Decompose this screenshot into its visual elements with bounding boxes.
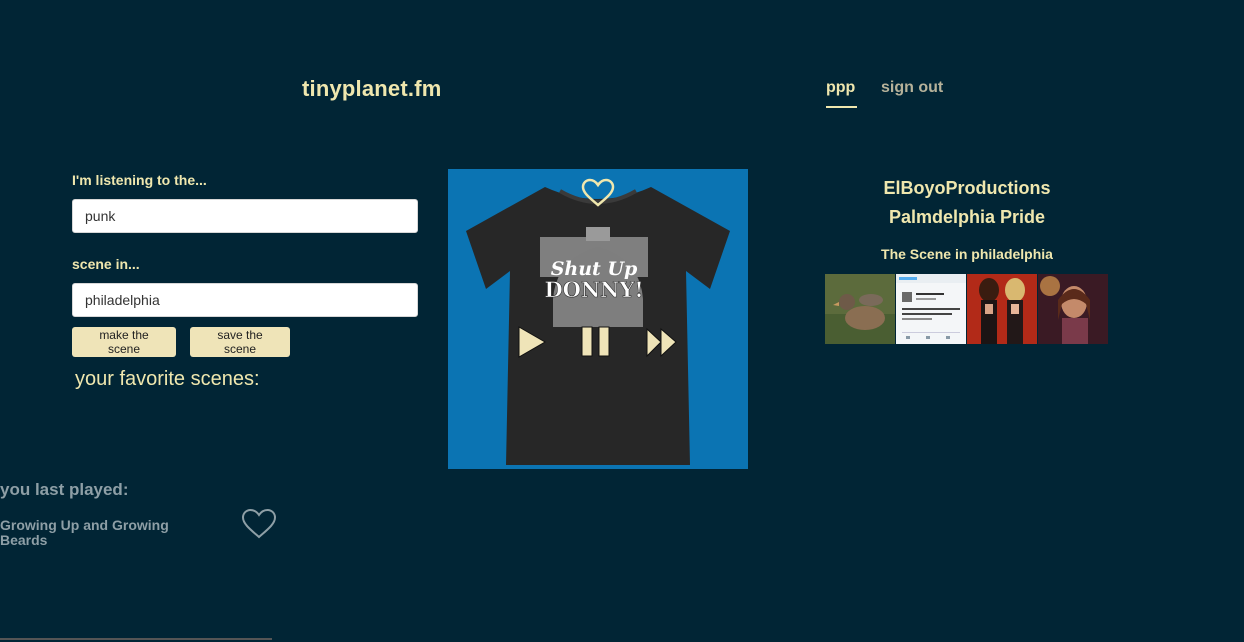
skip-forward-icon[interactable]: [645, 327, 679, 364]
city-label: scene in...: [72, 256, 140, 272]
track-title: Palmdelphia Pride: [888, 207, 1046, 227]
last-played-title: you last played:: [0, 480, 129, 499]
make-scene-button[interactable]: make the scene: [72, 327, 176, 357]
scene-photo-women[interactable]: [967, 274, 1037, 344]
bottom-scrollbar[interactable]: [0, 638, 272, 640]
scene-photo-tweet[interactable]: [896, 274, 966, 344]
genre-input[interactable]: [72, 199, 418, 233]
artist-name[interactable]: ElBoyoProductions: [826, 178, 1108, 199]
artwork-text-line2: DONNY!: [544, 277, 643, 302]
save-scene-button[interactable]: save the scene: [190, 327, 290, 357]
tshirt-artwork: Shut Up DONNY!: [448, 169, 748, 469]
favorite-scenes-title: your favorite scenes:: [75, 368, 260, 390]
scene-photo-duck[interactable]: [825, 274, 895, 344]
scene-label: The Scene in philadelphia: [881, 246, 1053, 262]
site-logo[interactable]: tinyplanet.fm: [302, 76, 442, 102]
nav-sign-out[interactable]: sign out: [881, 79, 943, 97]
scene-photo-selfie[interactable]: [1038, 274, 1108, 344]
city-input[interactable]: [72, 283, 418, 317]
player-artwork: Shut Up DONNY!: [448, 169, 748, 469]
nav-active-underline: [826, 106, 857, 108]
nav-user[interactable]: ppp: [826, 79, 855, 97]
play-icon[interactable]: [517, 325, 547, 364]
favorite-heart-icon[interactable]: [241, 508, 277, 545]
heart-icon[interactable]: [581, 178, 615, 213]
genre-label: I'm listening to the...: [72, 172, 207, 188]
last-played-track[interactable]: Growing Up and Growing Beards: [0, 518, 190, 548]
pause-icon[interactable]: [580, 325, 612, 364]
